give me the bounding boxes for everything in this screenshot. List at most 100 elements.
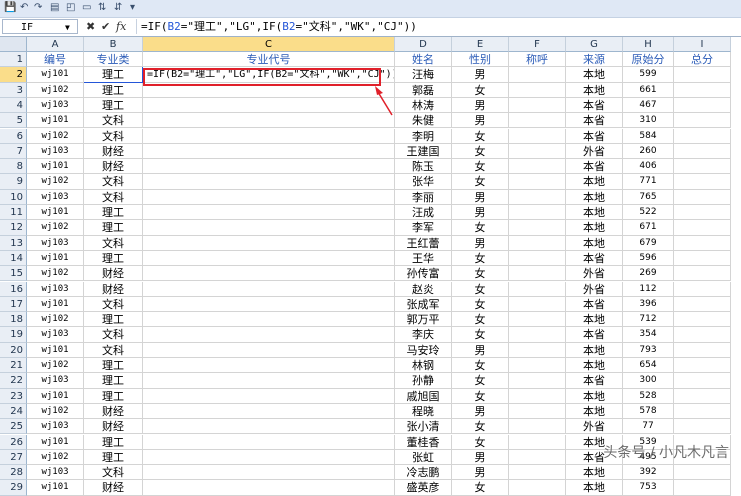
cell-d14[interactable]: 王华 <box>395 250 452 267</box>
header-cell-d[interactable]: 姓名 <box>395 52 452 68</box>
cell-f3[interactable] <box>509 82 566 98</box>
cell-b29[interactable]: 财经 <box>84 480 143 496</box>
cell-f23[interactable] <box>509 388 566 404</box>
cell-c4[interactable] <box>143 97 395 114</box>
cell-b18[interactable]: 理工 <box>84 312 143 328</box>
cell-e5[interactable]: 男 <box>452 113 509 129</box>
cell-c20[interactable] <box>143 342 395 358</box>
cell-c9[interactable] <box>143 174 395 190</box>
cell-g14[interactable]: 本省 <box>566 250 623 267</box>
cell-h18[interactable]: 712 <box>623 312 674 328</box>
column-header-a[interactable]: A <box>27 37 84 52</box>
column-header-i[interactable]: I <box>674 37 731 52</box>
cell-d21[interactable]: 林钢 <box>395 358 452 374</box>
header-cell-c[interactable]: 专业代号 <box>143 52 395 68</box>
cell-g19[interactable]: 本省 <box>566 327 623 343</box>
cell-e3[interactable]: 女 <box>452 82 509 98</box>
cell-i22[interactable] <box>674 373 731 389</box>
cell-f21[interactable] <box>509 358 566 374</box>
cell-c19[interactable] <box>143 327 395 343</box>
header-cell-f[interactable]: 称呼 <box>509 52 566 68</box>
cell-a27[interactable]: wj102 <box>27 449 84 466</box>
cell-i19[interactable] <box>674 327 731 343</box>
cell-c14[interactable] <box>143 250 395 267</box>
cell-b15[interactable]: 财经 <box>84 266 143 282</box>
cell-e11[interactable]: 男 <box>452 205 509 221</box>
cell-d6[interactable]: 李明 <box>395 128 452 144</box>
cell-h23[interactable]: 528 <box>623 388 674 404</box>
column-header-d[interactable]: D <box>395 37 452 52</box>
row-header-15[interactable]: 15 <box>0 266 27 282</box>
header-cell-b[interactable]: 专业类 <box>84 52 143 68</box>
cell-d26[interactable]: 董桂香 <box>395 434 452 450</box>
cell-d12[interactable]: 李军 <box>395 220 452 236</box>
row-header-23[interactable]: 23 <box>0 388 27 404</box>
cell-e2[interactable]: 男 <box>452 67 509 83</box>
cell-g18[interactable]: 本地 <box>566 312 623 328</box>
cell-a25[interactable]: wj103 <box>27 419 84 435</box>
cell-f27[interactable] <box>509 449 566 466</box>
cell-c21[interactable] <box>143 358 395 374</box>
cell-h14[interactable]: 596 <box>623 250 674 267</box>
row-header-20[interactable]: 20 <box>0 342 27 358</box>
cell-b7[interactable]: 财经 <box>84 143 143 160</box>
cell-d5[interactable]: 朱健 <box>395 113 452 129</box>
cell-h25[interactable]: 77 <box>623 419 674 435</box>
cell-i14[interactable] <box>674 250 731 267</box>
cell-h7[interactable]: 260 <box>623 143 674 160</box>
confirm-icon[interactable]: ✔ <box>101 20 110 34</box>
cell-g23[interactable]: 本地 <box>566 388 623 404</box>
cell-e6[interactable]: 女 <box>452 128 509 144</box>
cell-i28[interactable] <box>674 465 731 481</box>
undo-icon[interactable]: ↶ <box>20 1 28 15</box>
cell-i3[interactable] <box>674 82 731 98</box>
cell-c16[interactable] <box>143 281 395 297</box>
cell-c27[interactable] <box>143 449 395 466</box>
cell-f16[interactable] <box>509 281 566 297</box>
cell-h13[interactable]: 679 <box>623 235 674 251</box>
cell-c6[interactable] <box>143 128 395 144</box>
cell-d9[interactable]: 张华 <box>395 174 452 190</box>
cell-e18[interactable]: 女 <box>452 312 509 328</box>
cell-c8[interactable] <box>143 159 395 175</box>
cell-i7[interactable] <box>674 143 731 160</box>
cell-f11[interactable] <box>509 205 566 221</box>
cell-f8[interactable] <box>509 159 566 175</box>
cell-c24[interactable] <box>143 403 395 420</box>
cell-f7[interactable] <box>509 143 566 160</box>
cell-d20[interactable]: 马安玲 <box>395 342 452 358</box>
cell-i10[interactable] <box>674 189 731 205</box>
cell-d4[interactable]: 林涛 <box>395 97 452 114</box>
cell-c23[interactable] <box>143 388 395 404</box>
row-header-9[interactable]: 9 <box>0 174 27 190</box>
row-header-7[interactable]: 7 <box>0 143 27 160</box>
cell-i15[interactable] <box>674 266 731 282</box>
header-cell-i[interactable]: 总分 <box>674 52 731 68</box>
cell-g24[interactable]: 本地 <box>566 403 623 420</box>
cell-d29[interactable]: 盛英彦 <box>395 480 452 496</box>
cell-h6[interactable]: 584 <box>623 128 674 144</box>
cell-h5[interactable]: 310 <box>623 113 674 129</box>
cell-e27[interactable]: 男 <box>452 449 509 466</box>
cell-i23[interactable] <box>674 388 731 404</box>
cell-e16[interactable]: 女 <box>452 281 509 297</box>
cell-e29[interactable]: 女 <box>452 480 509 496</box>
save-icon[interactable]: 💾 <box>4 1 16 15</box>
cell-g13[interactable]: 本地 <box>566 235 623 251</box>
cell-h4[interactable]: 467 <box>623 97 674 114</box>
cell-d2[interactable]: 汪梅 <box>395 67 452 83</box>
cell-f10[interactable] <box>509 189 566 205</box>
cell-i16[interactable] <box>674 281 731 297</box>
cell-g20[interactable]: 本地 <box>566 342 623 358</box>
cell-i18[interactable] <box>674 312 731 328</box>
chevron-down-icon[interactable]: ▼ <box>65 20 70 35</box>
cell-e23[interactable]: 女 <box>452 388 509 404</box>
cell-d17[interactable]: 张成军 <box>395 296 452 313</box>
cell-f29[interactable] <box>509 480 566 496</box>
row-header-16[interactable]: 16 <box>0 281 27 297</box>
cell-d25[interactable]: 张小清 <box>395 419 452 435</box>
cell-e10[interactable]: 男 <box>452 189 509 205</box>
name-box[interactable]: IF ▼ <box>2 19 78 34</box>
active-cell-c2[interactable]: =IF(B2="理工","LG",IF(B2="文科","WK","CJ")) <box>143 67 395 83</box>
column-header-g[interactable]: G <box>566 37 623 52</box>
